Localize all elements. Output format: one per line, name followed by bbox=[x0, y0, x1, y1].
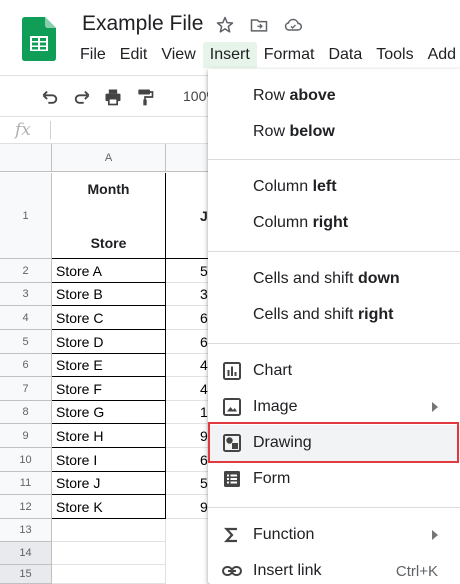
insert-menu-dropdown: Row above Row below Column left Column r… bbox=[208, 69, 460, 584]
chart-icon bbox=[222, 361, 242, 381]
menu-item-image[interactable]: Image bbox=[208, 389, 460, 425]
header-b-label: J bbox=[200, 208, 208, 224]
row-header[interactable]: 4 bbox=[0, 306, 52, 330]
sheets-logo[interactable] bbox=[22, 17, 56, 61]
redo-icon[interactable] bbox=[70, 85, 94, 109]
row-header[interactable]: 6 bbox=[0, 354, 52, 377]
row-header[interactable]: 8 bbox=[0, 401, 52, 424]
row-header[interactable]: 14 bbox=[0, 542, 52, 565]
image-icon bbox=[222, 397, 242, 417]
highlight-box bbox=[208, 422, 459, 463]
menu-item-cells-shift-down[interactable]: Cells and shift down bbox=[208, 261, 460, 297]
store-cell[interactable]: Store F bbox=[52, 377, 166, 401]
row-header[interactable]: 11 bbox=[0, 472, 52, 495]
row-header[interactable]: 12 bbox=[0, 495, 52, 519]
store-cell[interactable]: Store C bbox=[52, 306, 166, 330]
menu-item-insert-link[interactable]: Insert link Ctrl+K bbox=[208, 553, 460, 584]
move-folder-icon[interactable] bbox=[248, 14, 270, 36]
store-cell[interactable]: Store B bbox=[52, 283, 166, 306]
print-icon[interactable] bbox=[101, 85, 125, 109]
header-store-label: Store bbox=[90, 235, 127, 251]
fx-label: fx bbox=[15, 120, 31, 140]
row-header[interactable]: 1 bbox=[0, 173, 52, 259]
menu-divider bbox=[208, 159, 460, 160]
row-header[interactable]: 5 bbox=[0, 330, 52, 354]
menu-item-cells-shift-right[interactable]: Cells and shift right bbox=[208, 297, 460, 333]
empty-cell[interactable] bbox=[52, 542, 166, 565]
submenu-arrow-icon bbox=[432, 530, 438, 540]
row-header[interactable]: 3 bbox=[0, 283, 52, 306]
document-title[interactable]: Example File bbox=[82, 12, 203, 36]
link-icon bbox=[222, 561, 242, 581]
store-cell[interactable]: Store H bbox=[52, 424, 166, 448]
menu-divider bbox=[208, 343, 460, 344]
form-icon bbox=[222, 469, 242, 489]
sigma-icon bbox=[222, 525, 242, 545]
menu-view[interactable]: View bbox=[154, 42, 202, 68]
menu-divider bbox=[208, 251, 460, 252]
store-cell[interactable]: Store D bbox=[52, 330, 166, 354]
empty-cell[interactable] bbox=[52, 519, 166, 542]
store-cell[interactable]: Store J bbox=[52, 472, 166, 495]
row-header[interactable]: 15 bbox=[0, 565, 52, 584]
menu-file[interactable]: File bbox=[73, 42, 113, 68]
store-cell[interactable]: Store A bbox=[52, 259, 166, 283]
menu-item-form[interactable]: Form bbox=[208, 461, 460, 497]
menu-data[interactable]: Data bbox=[321, 42, 369, 68]
undo-icon[interactable] bbox=[38, 85, 62, 109]
column-header-a[interactable]: A bbox=[52, 144, 166, 172]
header-month-label: Month bbox=[87, 181, 130, 197]
menu-item-function[interactable]: Function bbox=[208, 517, 460, 553]
store-cell[interactable]: Store K bbox=[52, 495, 166, 519]
formula-divider bbox=[50, 121, 51, 139]
menu-item-row-below[interactable]: Row below bbox=[208, 114, 460, 150]
menu-format[interactable]: Format bbox=[257, 42, 322, 68]
menu-item-row-above[interactable]: Row above bbox=[208, 78, 460, 114]
menu-item-column-left[interactable]: Column left bbox=[208, 169, 460, 205]
header-cell-month-store[interactable]: Month Store bbox=[52, 173, 166, 259]
row-header[interactable]: 10 bbox=[0, 448, 52, 472]
row-header[interactable]: 13 bbox=[0, 519, 52, 542]
menu-insert[interactable]: Insert bbox=[202, 42, 257, 68]
menu-edit[interactable]: Edit bbox=[113, 42, 155, 68]
store-cell[interactable]: Store G bbox=[52, 401, 166, 424]
menu-bar: File Edit View Insert Format Data Tools … bbox=[73, 42, 460, 68]
menu-addons[interactable]: Add bbox=[421, 42, 460, 68]
menu-tools[interactable]: Tools bbox=[369, 42, 420, 68]
store-cell[interactable]: Store I bbox=[52, 448, 166, 472]
row-header[interactable]: 7 bbox=[0, 377, 52, 401]
star-icon[interactable] bbox=[214, 14, 236, 36]
cloud-status-icon[interactable] bbox=[282, 14, 304, 36]
menu-divider bbox=[208, 507, 460, 508]
shortcut-label: Ctrl+K bbox=[395, 562, 438, 580]
store-cell[interactable]: Store E bbox=[52, 354, 166, 377]
row-header[interactable]: 9 bbox=[0, 424, 52, 448]
menu-item-column-right[interactable]: Column right bbox=[208, 205, 460, 241]
submenu-arrow-icon bbox=[432, 402, 438, 412]
paint-format-icon[interactable] bbox=[133, 85, 157, 109]
menu-item-chart[interactable]: Chart bbox=[208, 353, 460, 389]
row-header[interactable]: 2 bbox=[0, 259, 52, 283]
select-all-corner[interactable] bbox=[0, 144, 52, 172]
empty-cell[interactable] bbox=[52, 565, 166, 584]
